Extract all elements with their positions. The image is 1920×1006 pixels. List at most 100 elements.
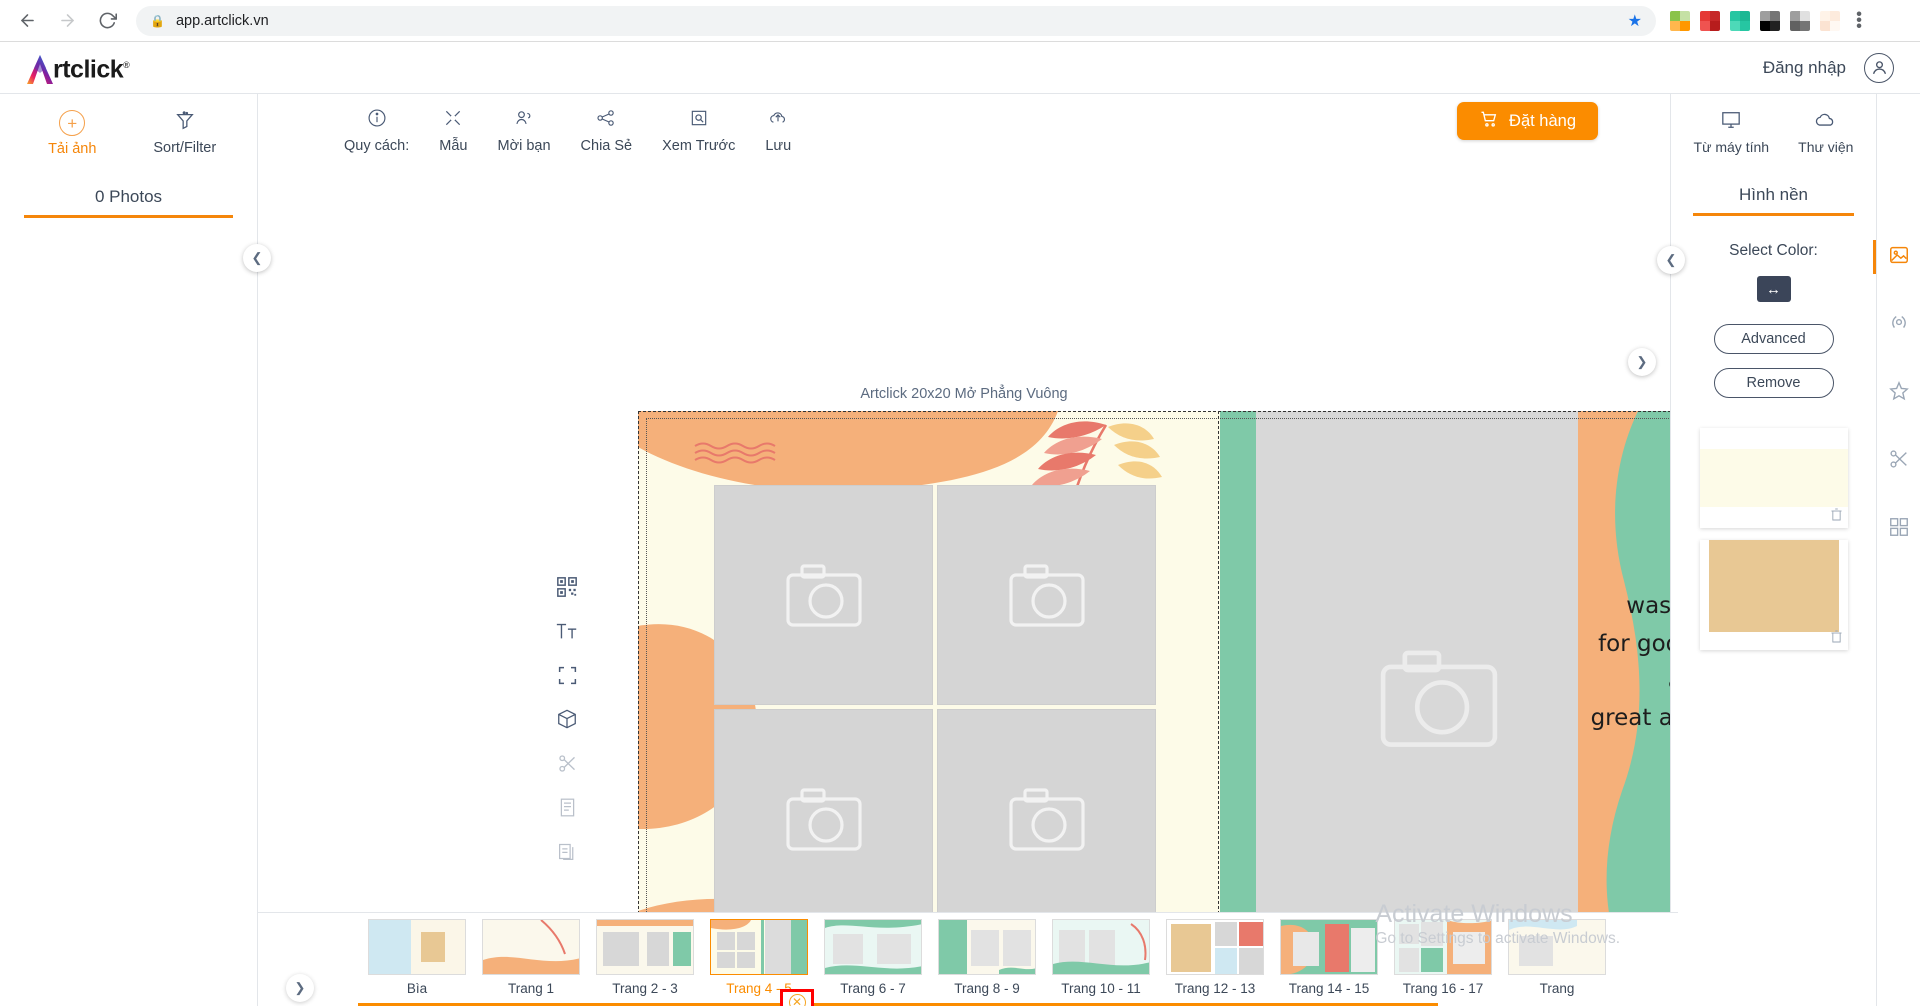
scissors-icon[interactable] (1888, 448, 1910, 470)
page-strip-item-6[interactable]: Trang 10 - 11 (1052, 913, 1150, 996)
image-icon[interactable] (1872, 240, 1910, 274)
chevron-right-icon: ❯ (1636, 354, 1648, 369)
order-button[interactable]: Đặt hàng (1457, 102, 1598, 140)
extension-icon-5[interactable] (1790, 10, 1810, 31)
bookmark-star-icon[interactable]: ★ (1628, 11, 1642, 31)
photo-slot-4[interactable] (937, 709, 1156, 929)
page-strip-thumb[interactable] (938, 919, 1036, 975)
page-strip-thumb[interactable] (1280, 919, 1378, 975)
toolbar-item-share[interactable]: Chia Sẻ (581, 108, 632, 154)
advanced-button[interactable]: Advanced (1713, 324, 1834, 354)
page-strip-thumb[interactable] (1166, 919, 1264, 975)
crop-frame-icon[interactable] (554, 662, 580, 688)
duplicate-icon[interactable] (554, 838, 580, 864)
collapse-right-panel-button[interactable]: ❮ (1657, 246, 1685, 274)
background-thumb-cream[interactable] (1699, 428, 1848, 528)
page-strip-item-2[interactable]: Trang 2 - 3 (596, 913, 694, 996)
url-text: app.artclick.vn (175, 12, 269, 29)
page-strip-thumb[interactable] (1394, 919, 1492, 975)
app-header: rtclick® Đăng nhập (0, 42, 1920, 94)
page-thumb-art (597, 920, 693, 974)
next-spread-button[interactable]: ❯ (1628, 348, 1656, 376)
toolbar-item-spec[interactable]: Quy cách: (344, 108, 409, 154)
quote-panel[interactable]: Life was meant for good friends and grea… (1578, 411, 1670, 950)
upload-photos-label: Tải ảnh (48, 141, 97, 157)
page-strip-label: Trang 14 - 15 (1288, 981, 1370, 996)
trash-icon[interactable] (1830, 630, 1842, 646)
background-thumb-fill (1708, 540, 1839, 632)
photo-slot-1[interactable] (714, 485, 933, 705)
qr-code-icon[interactable] (554, 574, 580, 600)
page-strip-item-5[interactable]: Trang 8 - 9 (938, 913, 1036, 996)
artclick-logo[interactable]: rtclick® (26, 48, 130, 86)
forward-button[interactable] (50, 4, 84, 38)
sticker-icon[interactable] (1888, 312, 1910, 334)
page-strip-thumb[interactable] (1508, 919, 1606, 975)
page-strip-thumb[interactable] (482, 919, 580, 975)
login-button[interactable]: Đăng nhập (1763, 58, 1846, 78)
kebab-menu-icon[interactable]: • • • (1852, 6, 1866, 34)
photo-slot-5[interactable] (1341, 599, 1537, 797)
photo-slot-3[interactable] (714, 709, 933, 929)
right-rail (1872, 94, 1920, 1006)
wave-decoration-top (694, 442, 776, 464)
text-icon[interactable] (554, 618, 580, 644)
page-strip-item-9[interactable]: Trang 16 - 17 (1394, 913, 1492, 996)
star-icon[interactable] (1888, 380, 1910, 402)
right-panel-title: Hình nền (1739, 185, 1808, 204)
chevron-left-icon: ❮ (251, 250, 263, 265)
account-circle-icon[interactable] (1864, 52, 1894, 83)
background-thumb-tan[interactable] (1699, 540, 1848, 650)
source-library-label: Thư viện (1798, 139, 1854, 155)
page-strip-item-3[interactable]: Trang 4 - 5 (710, 913, 808, 996)
extension-icon-1[interactable] (1670, 10, 1690, 31)
collapse-left-panel-button[interactable]: ❮ (243, 244, 271, 272)
scissors-icon[interactable] (554, 750, 580, 776)
photos-underline (24, 215, 233, 218)
page-spread[interactable] (638, 411, 1670, 950)
quote-text: Life was meant for good friends and grea… (1578, 551, 1670, 737)
page-strip-item-1[interactable]: Trang 1 (482, 913, 580, 996)
remove-circle-x-icon[interactable]: ✕ (788, 993, 806, 1006)
page-strip-label: Trang 16 - 17 (1402, 981, 1484, 996)
expand-strip-button[interactable]: ❯ (286, 974, 314, 1002)
page-strip-thumb[interactable] (596, 919, 694, 975)
extension-icon-2[interactable] (1700, 10, 1720, 31)
toolbar-item-invite[interactable]: Mời bạn (498, 108, 551, 154)
editor-toolbar: Quy cách: Mẫu Mời bạn Chia Sẻ Xem Trước (258, 94, 1670, 166)
page-strip-thumb[interactable] (1052, 919, 1150, 975)
page-strip-thumb[interactable] (824, 919, 922, 975)
quote-line-4: and (1578, 663, 1670, 700)
extension-icon-6[interactable] (1820, 10, 1840, 31)
trash-icon[interactable] (1830, 508, 1842, 524)
photo-slot-2[interactable] (937, 485, 1156, 705)
remove-background-button[interactable]: Remove (1713, 368, 1834, 398)
toolbar-item-save[interactable]: Lưu (765, 108, 791, 154)
page-strip-thumb[interactable] (710, 919, 808, 975)
color-swatch-icon[interactable]: ↔ (1756, 276, 1791, 302)
toolbar-item-template[interactable]: Mẫu (439, 108, 468, 154)
page-icon[interactable] (554, 794, 580, 820)
source-library-button[interactable]: Thư viện (1798, 110, 1853, 155)
layout-grid-icon[interactable] (1888, 516, 1910, 538)
page-strip-item-4[interactable]: Trang 6 - 7 (824, 913, 922, 996)
back-button[interactable] (10, 4, 44, 38)
sort-filter-button[interactable]: Sort/Filter (138, 110, 232, 157)
upload-photos-button[interactable]: + Tải ảnh (25, 110, 119, 157)
canvas-area[interactable]: Artclick 20x20 Mở Phẳng Vuông was for go… (258, 166, 1670, 950)
extension-icon-3[interactable] (1730, 10, 1750, 31)
page-strip-thumb[interactable] (368, 919, 466, 975)
page-strip-item-7[interactable]: Trang 12 - 13 (1166, 913, 1264, 996)
page-strip-item-0[interactable]: Bìa (368, 913, 466, 996)
page-strip-item-10[interactable]: Trang (1508, 913, 1606, 996)
address-bar[interactable]: 🔒 app.artclick.vn ★ (136, 5, 1656, 36)
toolbar-item-preview[interactable]: Xem Trước (662, 108, 735, 154)
page-strip-item-8[interactable]: Trang 14 - 15 (1280, 913, 1378, 996)
source-computer-button[interactable]: Từ máy tính (1694, 110, 1769, 155)
spread-page-left[interactable] (638, 411, 1255, 950)
box-3d-icon[interactable] (554, 706, 580, 732)
registered-mark: ® (123, 60, 130, 71)
extension-icon-4[interactable] (1760, 10, 1780, 31)
page-thumbnail-strip[interactable]: Bìa Trang 1 Trang 2 - 3 Trang 4 - 5 Tran… (258, 912, 1678, 1006)
reload-button[interactable] (90, 4, 124, 38)
